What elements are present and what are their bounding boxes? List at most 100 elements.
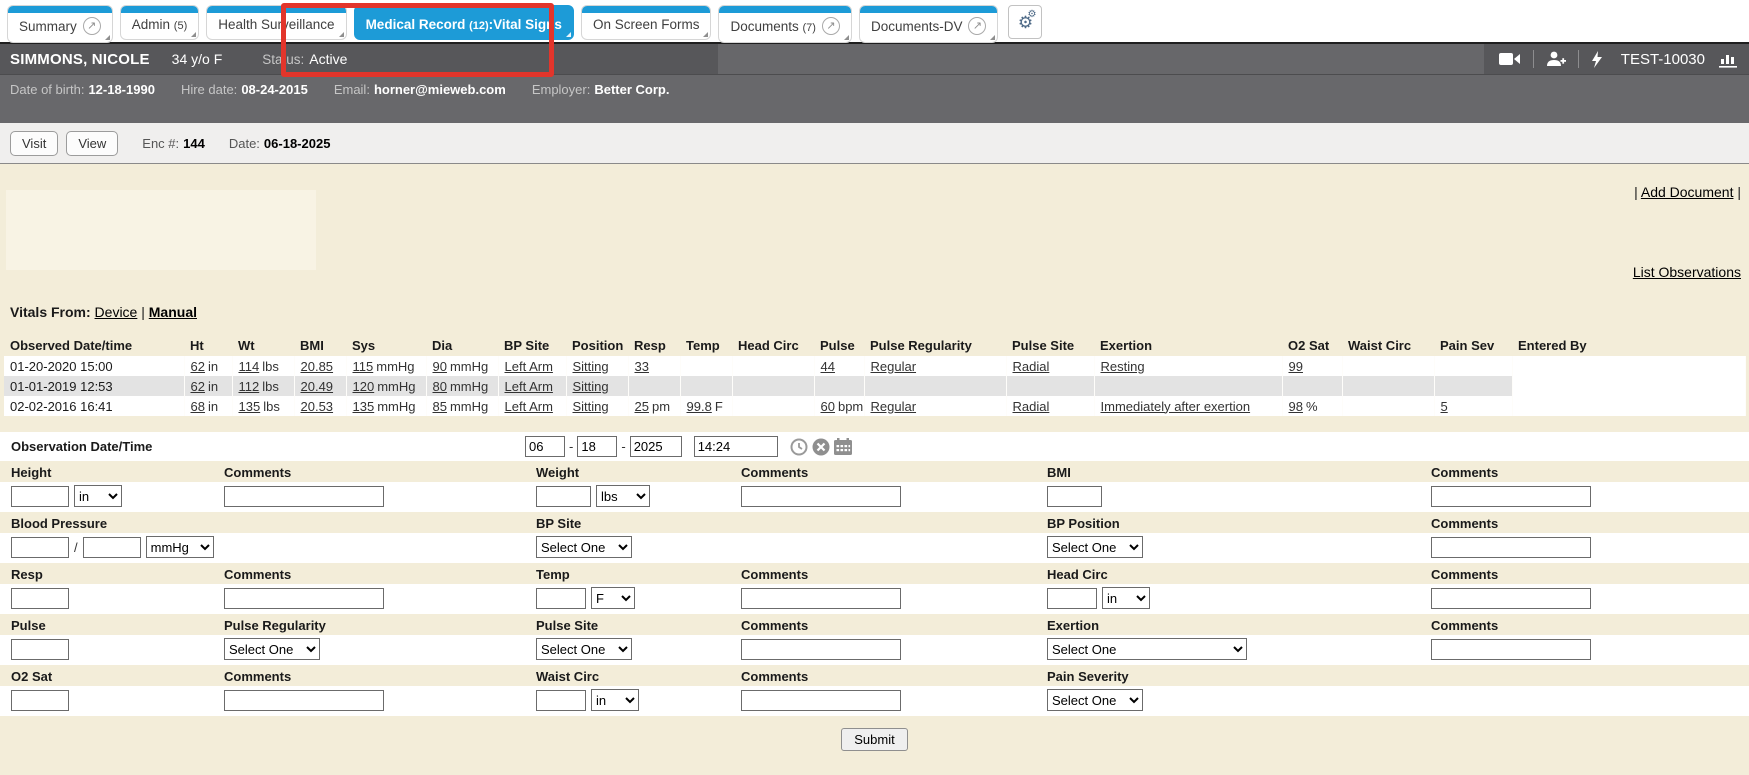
waist-circ-comments-input[interactable] <box>741 690 901 711</box>
vitals-value-link[interactable]: Left Arm <box>505 399 553 414</box>
lightning-icon[interactable] <box>1591 51 1603 68</box>
vitals-value-link[interactable]: Immediately after exertion <box>1101 399 1251 414</box>
clock-icon[interactable] <box>790 438 808 456</box>
tab-documents[interactable]: Documents (7)↗ <box>718 5 851 43</box>
bp-unit-select[interactable]: mmHg <box>146 536 214 558</box>
vitals-value-link[interactable]: 25 <box>635 399 649 414</box>
bp-position-select[interactable]: Select One <box>1047 536 1143 558</box>
vitals-value-link[interactable]: 62 <box>191 359 205 374</box>
add-person-icon[interactable] <box>1546 51 1566 67</box>
obs-month-input[interactable] <box>525 436 565 457</box>
tab-on-screen-forms[interactable]: On Screen Forms <box>581 5 712 40</box>
waist-circ-input[interactable] <box>536 690 586 711</box>
calendar-icon[interactable] <box>834 438 852 455</box>
bp-site-select[interactable]: Select One <box>536 536 632 558</box>
head-circ-input[interactable] <box>1047 588 1097 609</box>
vitals-value-link[interactable]: 68 <box>191 399 205 414</box>
vitals-value-link[interactable]: 120 <box>353 379 375 394</box>
vitals-value-link[interactable]: 115 <box>353 359 374 374</box>
o2-sat-comments-input[interactable] <box>224 690 384 711</box>
view-button[interactable]: View <box>66 131 118 156</box>
vitals-value-link[interactable]: 20.85 <box>301 359 334 374</box>
temp-comments-input[interactable] <box>741 588 901 609</box>
vitals-value-link[interactable]: Sitting <box>573 399 609 414</box>
resp-input[interactable] <box>11 588 69 609</box>
tab-admin[interactable]: Admin (5) <box>120 5 199 40</box>
pulse-comments-input[interactable] <box>741 639 901 660</box>
vitals-value-link[interactable]: Left Arm <box>505 379 553 394</box>
bp-diastolic-input[interactable] <box>83 537 141 558</box>
height-comments-input[interactable] <box>224 486 384 507</box>
head-circ-comments-input[interactable] <box>1431 588 1591 609</box>
vitals-value-link[interactable]: Radial <box>1013 359 1050 374</box>
chart-icon[interactable] <box>1719 51 1739 68</box>
vitals-value-link[interactable]: Regular <box>871 399 917 414</box>
visit-button[interactable]: Visit <box>10 131 58 156</box>
resp-comments-input[interactable] <box>224 588 384 609</box>
tab-health-surveillance[interactable]: Health Surveillance <box>206 5 346 40</box>
vitals-value-link[interactable]: 5 <box>1441 399 1448 414</box>
external-link-icon[interactable]: ↗ <box>968 17 986 35</box>
vitals-value-link[interactable]: 98 <box>1289 399 1303 414</box>
pulse-regularity-select[interactable]: Select One <box>224 638 320 660</box>
add-document-link[interactable]: Add Document <box>1641 184 1734 200</box>
pulse-input[interactable] <box>11 639 69 660</box>
head-circ-unit-select[interactable]: in <box>1102 587 1150 609</box>
tab-summary[interactable]: Summary↗ <box>7 5 113 43</box>
settings-gear-button[interactable]: ⚙ ⚙ <box>1008 5 1042 39</box>
tab-accent-bar <box>8 6 112 13</box>
pulse-site-select[interactable]: Select One <box>536 638 632 660</box>
vitals-value-link[interactable]: Resting <box>1101 359 1145 374</box>
list-observations-link[interactable]: List Observations <box>1633 264 1741 280</box>
vitals-value-link[interactable]: Sitting <box>573 359 609 374</box>
weight-unit-select[interactable]: lbs <box>596 485 650 507</box>
vitals-value-link[interactable]: 135 <box>239 399 261 414</box>
vitals-value-link[interactable]: 62 <box>191 379 205 394</box>
bp-systolic-input[interactable] <box>11 537 69 558</box>
obs-time-input[interactable] <box>694 436 778 457</box>
vitals-value-link[interactable]: 44 <box>821 359 835 374</box>
obs-year-input[interactable] <box>630 436 682 457</box>
bp-comments-input[interactable] <box>1431 537 1591 558</box>
exertion-comments-input[interactable] <box>1431 639 1591 660</box>
weight-input[interactable] <box>536 486 591 507</box>
vitals-value-link[interactable]: 60 <box>821 399 835 414</box>
vitals-value-link[interactable]: 114 <box>239 359 260 374</box>
vitals-value-link[interactable]: 99.8 <box>687 399 712 414</box>
vitals-value-link[interactable]: Sitting <box>573 379 609 394</box>
external-link-icon[interactable]: ↗ <box>822 17 840 35</box>
vitals-from-manual-link[interactable]: Manual <box>149 304 197 320</box>
video-camera-icon[interactable] <box>1499 52 1521 66</box>
vitals-unit: lbs <box>262 359 279 374</box>
temp-input[interactable] <box>536 588 586 609</box>
vitals-value-link[interactable]: 80 <box>433 379 447 394</box>
vitals-value-link[interactable]: Left Arm <box>505 359 553 374</box>
pain-severity-select[interactable]: Select One <box>1047 689 1143 711</box>
external-link-icon[interactable]: ↗ <box>83 17 101 35</box>
tab-documents-dv[interactable]: Documents-DV↗ <box>859 5 999 43</box>
bmi-input[interactable] <box>1047 486 1102 507</box>
vitals-value-link[interactable]: 20.49 <box>301 379 334 394</box>
bmi-comments-input[interactable] <box>1431 486 1591 507</box>
vitals-from-device-link[interactable]: Device <box>95 304 138 320</box>
height-unit-select[interactable]: in <box>74 485 122 507</box>
temp-unit-select[interactable]: F <box>591 587 635 609</box>
clear-date-icon[interactable] <box>812 438 830 456</box>
waist-circ-unit-select[interactable]: in <box>591 689 639 711</box>
vitals-value-link[interactable]: 112 <box>239 379 260 394</box>
obs-day-input[interactable] <box>577 436 617 457</box>
submit-button[interactable]: Submit <box>841 728 907 751</box>
exertion-select[interactable]: Select One <box>1047 638 1247 660</box>
tab-medical-record[interactable]: Medical Record (12):Vital Signs <box>354 5 574 40</box>
vitals-value-link[interactable]: 99 <box>1289 359 1303 374</box>
vitals-value-link[interactable]: 85 <box>433 399 447 414</box>
weight-comments-input[interactable] <box>741 486 901 507</box>
vitals-value-link[interactable]: Radial <box>1013 399 1050 414</box>
vitals-value-link[interactable]: Regular <box>871 359 917 374</box>
vitals-value-link[interactable]: 33 <box>635 359 649 374</box>
vitals-value-link[interactable]: 90 <box>433 359 447 374</box>
vitals-value-link[interactable]: 135 <box>353 399 375 414</box>
o2-sat-input[interactable] <box>11 690 69 711</box>
height-input[interactable] <box>11 486 69 507</box>
vitals-value-link[interactable]: 20.53 <box>301 399 334 414</box>
